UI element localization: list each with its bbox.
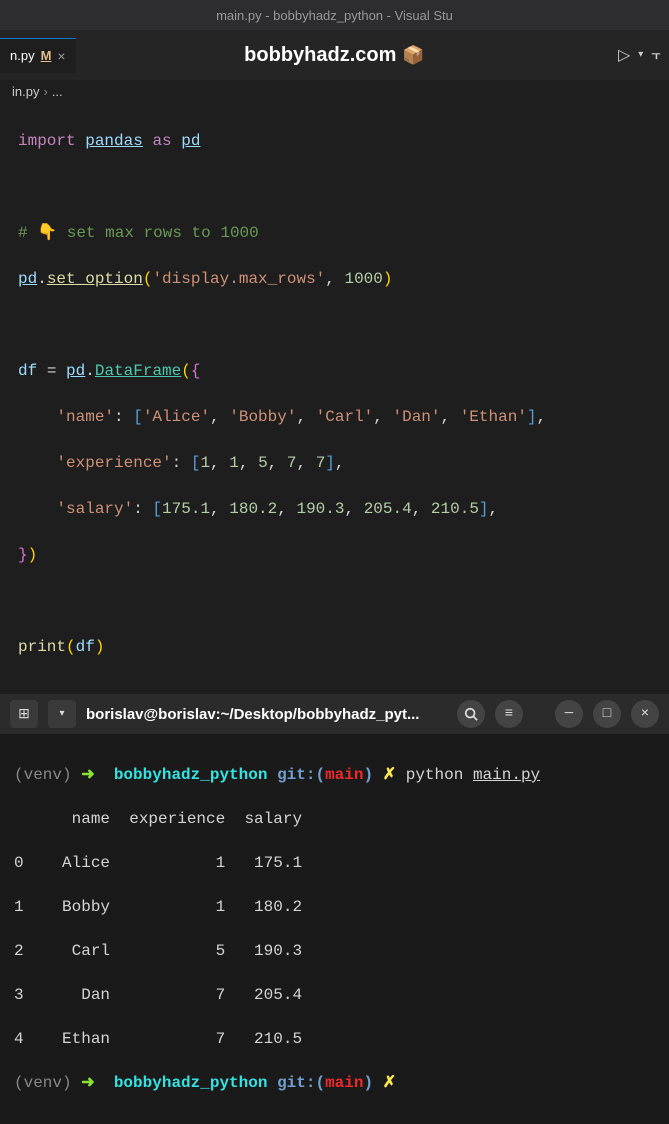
terminal-line: name experience salary xyxy=(14,808,655,830)
breadcrumb-file: in.py xyxy=(12,84,39,99)
close-terminal-icon[interactable]: × xyxy=(631,700,659,728)
terminal-line: 2 Carl 5 190.3 xyxy=(14,940,655,962)
code-line: 'experience': [1, 1, 5, 7, 7], xyxy=(18,452,651,475)
terminal-titlebar: ⊞ ▾ borislav@borislav:~/Desktop/bobbyhad… xyxy=(0,694,669,734)
new-terminal-icon[interactable]: ⊞ xyxy=(10,700,38,728)
split-editor-icon[interactable]: ⫟ xyxy=(651,46,661,64)
window-titlebar: main.py - bobbyhadz_python - Visual Stu xyxy=(0,0,669,30)
terminal-line: (venv) ➜ bobbyhadz_python git:(main) ✗ xyxy=(14,1072,655,1094)
terminal-line: (venv) ➜ bobbyhadz_python git:(main) ✗ p… xyxy=(14,764,655,786)
terminal-title: borislav@borislav:~/Desktop/bobbyhadz_py… xyxy=(86,706,447,723)
code-editor[interactable]: import pandas as pd # 👇️ set max rows to… xyxy=(0,103,669,686)
code-line: import pandas as pd xyxy=(18,130,651,153)
search-icon[interactable] xyxy=(457,700,485,728)
play-icon[interactable]: ▷ xyxy=(618,45,630,65)
code-line: pd.set_option('display.max_rows', 1000) xyxy=(18,268,651,291)
code-line: print(df) xyxy=(18,636,651,659)
code-line: df = pd.DataFrame({ xyxy=(18,360,651,383)
maximize-icon[interactable]: □ xyxy=(593,700,621,728)
code-line: # 👇️ set max rows to 1000 xyxy=(18,222,651,245)
code-line: 'salary': [175.1, 180.2, 190.3, 205.4, 2… xyxy=(18,498,651,521)
code-line xyxy=(18,314,651,337)
breadcrumb[interactable]: in.py›... xyxy=(0,80,669,103)
terminal-line: 3 Dan 7 205.4 xyxy=(14,984,655,1006)
terminal-line: 4 Ethan 7 210.5 xyxy=(14,1028,655,1050)
minimize-icon[interactable]: ─ xyxy=(555,700,583,728)
run-controls: ▷ ▾ ⫟ xyxy=(618,45,661,65)
close-icon[interactable]: × xyxy=(57,48,65,64)
window-title: main.py - bobbyhadz_python - Visual Stu xyxy=(216,8,453,23)
code-line xyxy=(18,176,651,199)
tab-modified-indicator: M xyxy=(41,48,52,63)
code-line: 'name': ['Alice', 'Bobby', 'Carl', 'Dan'… xyxy=(18,406,651,429)
chevron-down-icon[interactable]: ▾ xyxy=(638,49,643,61)
breadcrumb-more: ... xyxy=(52,84,63,99)
terminal-line: 1 Bobby 1 180.2 xyxy=(14,896,655,918)
menu-icon[interactable]: ≡ xyxy=(495,700,523,728)
terminal-dropdown-icon[interactable]: ▾ xyxy=(48,700,76,728)
code-line xyxy=(18,590,651,613)
page-title: bobbyhadz.com 📦 xyxy=(244,44,425,67)
cube-icon: 📦 xyxy=(402,45,424,66)
terminal-output[interactable]: (venv) ➜ bobbyhadz_python git:(main) ✗ p… xyxy=(0,734,669,1124)
tab-bar: n.py M × bobbyhadz.com 📦 ▷ ▾ ⫟ xyxy=(0,30,669,80)
tab-main-py[interactable]: n.py M × xyxy=(0,38,76,73)
tab-label: n.py xyxy=(10,48,35,63)
terminal-line: 0 Alice 1 175.1 xyxy=(14,852,655,874)
code-line: }) xyxy=(18,544,651,567)
